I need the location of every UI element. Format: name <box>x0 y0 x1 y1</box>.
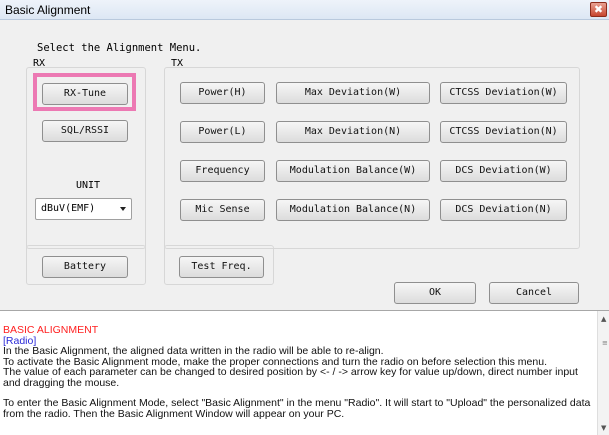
modulation-balance-w-button[interactable]: Modulation Balance(W) <box>276 160 430 182</box>
scroll-up-icon[interactable]: ▲ <box>601 315 606 323</box>
close-button[interactable]: ✖ <box>590 2 607 17</box>
test-freq-button[interactable]: Test Freq. <box>179 256 264 278</box>
help-panel[interactable]: BASIC ALIGNMENT [Radio] In the Basic Ali… <box>0 310 609 435</box>
unit-select[interactable]: dBuV(EMF) <box>35 198 132 220</box>
sql-rssi-button[interactable]: SQL/RSSI <box>42 120 128 142</box>
unit-select-value: dBuV(EMF) <box>41 203 96 214</box>
scroll-grip-icon[interactable]: ≡ <box>602 339 608 347</box>
ctcss-deviation-n-button[interactable]: CTCSS Deviation(N) <box>440 121 567 143</box>
dcs-deviation-w-button[interactable]: DCS Deviation(W) <box>440 160 567 182</box>
help-line: In the Basic Alignment, the aligned data… <box>3 345 384 357</box>
help-scrollbar[interactable]: ▲ ≡ ▼ <box>597 311 609 435</box>
help-text: BASIC ALIGNMENT [Radio] In the Basic Ali… <box>3 325 591 419</box>
help-heading: BASIC ALIGNMENT <box>3 324 99 336</box>
selection-highlight <box>33 73 136 111</box>
modulation-balance-n-button[interactable]: Modulation Balance(N) <box>276 199 430 221</box>
chevron-down-icon <box>120 207 126 211</box>
max-deviation-w-button[interactable]: Max Deviation(W) <box>276 82 430 104</box>
frequency-button[interactable]: Frequency <box>180 160 265 182</box>
window-title: Basic Alignment <box>5 3 91 17</box>
max-deviation-n-button[interactable]: Max Deviation(N) <box>276 121 430 143</box>
ctcss-deviation-w-button[interactable]: CTCSS Deviation(W) <box>440 82 567 104</box>
alignment-prompt: Select the Alignment Menu. <box>37 42 202 54</box>
unit-label: UNIT <box>76 180 101 191</box>
scroll-down-icon[interactable]: ▼ <box>601 424 606 432</box>
power-h-button[interactable]: Power(H) <box>180 82 265 104</box>
help-line: To enter the Basic Alignment Mode, selec… <box>3 397 591 420</box>
ok-button[interactable]: OK <box>394 282 476 304</box>
battery-button[interactable]: Battery <box>42 256 128 278</box>
power-l-button[interactable]: Power(L) <box>180 121 265 143</box>
mic-sense-button[interactable]: Mic Sense <box>180 199 265 221</box>
help-line: The value of each parameter can be chang… <box>3 366 578 389</box>
alignment-dialog: Select the Alignment Menu. RX TX RX-Tune… <box>0 20 609 310</box>
dcs-deviation-n-button[interactable]: DCS Deviation(N) <box>440 199 567 221</box>
cancel-button[interactable]: Cancel <box>489 282 579 304</box>
close-icon: ✖ <box>593 3 604 16</box>
title-bar: Basic Alignment ✖ <box>0 0 609 20</box>
